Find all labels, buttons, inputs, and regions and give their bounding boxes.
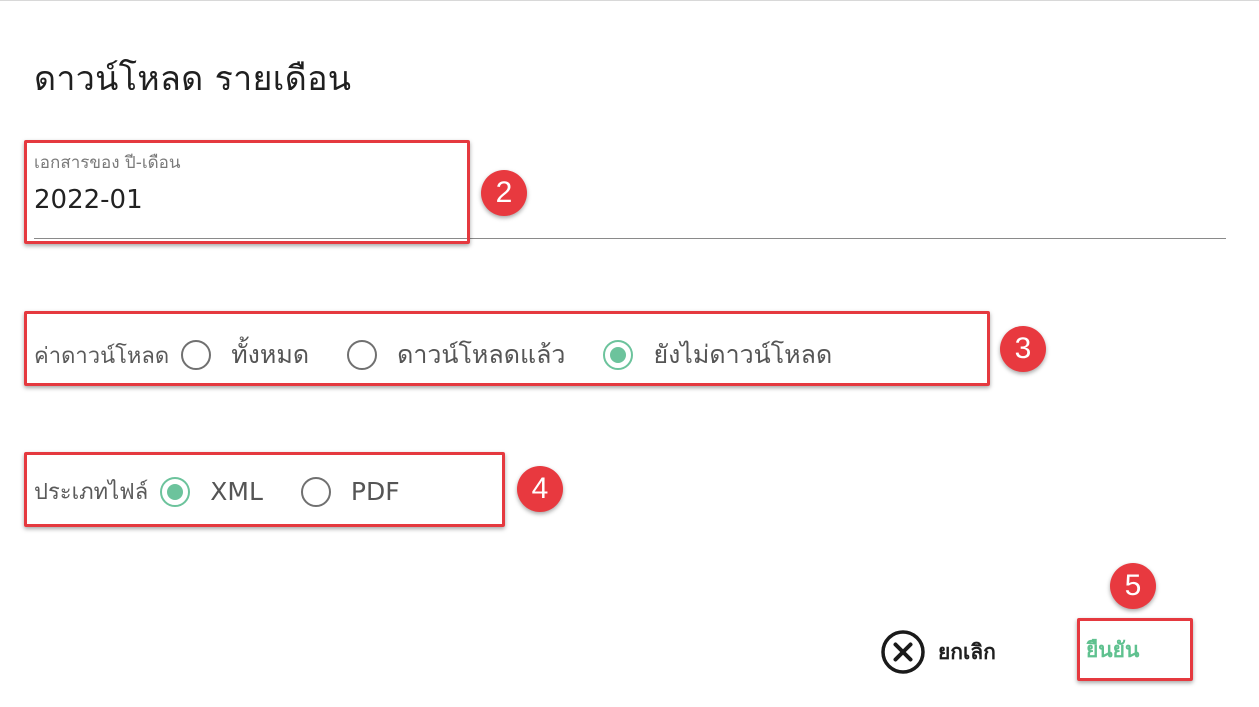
dialog-title: ดาวน์โหลด รายเดือน <box>34 59 352 99</box>
step-badge-2: 2 <box>481 170 527 216</box>
highlight-box-period <box>24 140 470 244</box>
step-badge-5: 5 <box>1110 563 1156 609</box>
monthly-download-dialog: ดาวน์โหลด รายเดือน เอกสารของ ปี-เดือน 2 … <box>0 0 1259 707</box>
step-badge-4: 4 <box>517 466 563 512</box>
cancel-button-label: ยกเลิก <box>938 639 996 664</box>
highlight-box-download-status <box>24 311 990 386</box>
step-badge-3: 3 <box>1000 326 1046 372</box>
highlight-box-file-type <box>24 452 505 527</box>
highlight-box-confirm <box>1077 618 1193 681</box>
cancel-button[interactable]: ยกเลิก <box>880 629 996 675</box>
close-circle-icon <box>881 630 925 674</box>
